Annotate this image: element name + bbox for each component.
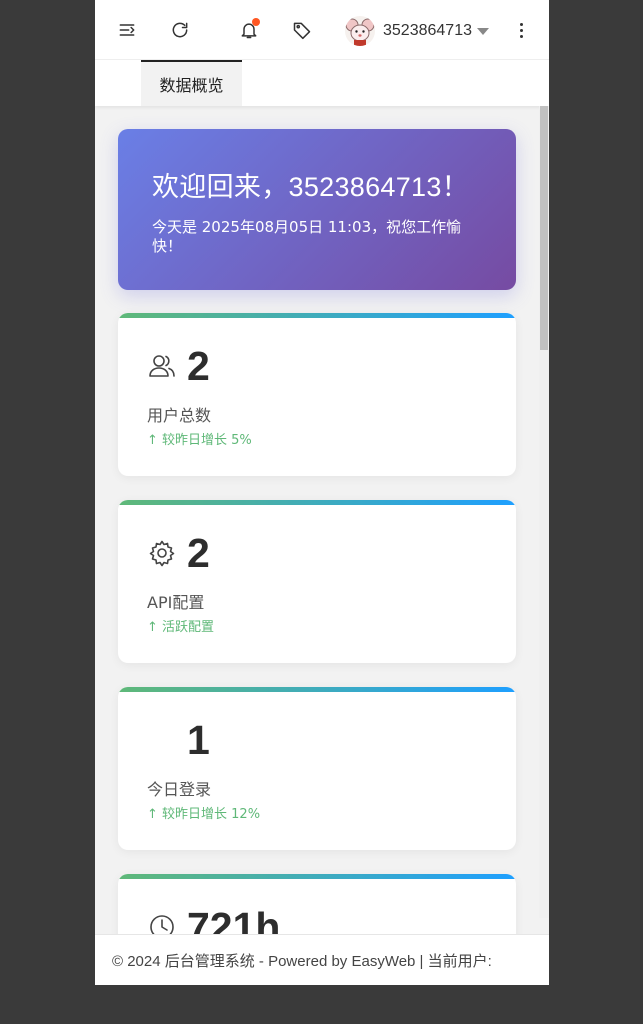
clock-icon xyxy=(147,912,177,934)
stat-value: 721h xyxy=(187,903,281,935)
stat-value: 2 xyxy=(187,342,210,389)
chevron-down-icon xyxy=(476,27,489,35)
welcome-subtitle: 今天是 2025年08月05日 11:03，祝您工作愉快！ xyxy=(152,218,462,255)
tab-dashboard-overview[interactable]: 数据概览 xyxy=(141,60,242,106)
welcome-title: 欢迎回来，3523864713！ xyxy=(152,172,469,202)
tab-bar: 数据概览 xyxy=(95,60,549,106)
notification-dot xyxy=(252,18,260,26)
main-content: 欢迎回来，3523864713！ 今天是 2025年08月05日 11:03，祝… xyxy=(95,106,549,934)
stat-card-users: 2 用户总数 ↑ 较昨日增长 5% xyxy=(118,313,516,476)
users-icon xyxy=(147,351,177,381)
stat-trend: ↑ 较昨日增长 5% xyxy=(147,433,252,448)
username: 3523864713 xyxy=(383,22,472,39)
user-menu[interactable]: 3523864713 xyxy=(345,15,489,47)
stat-value: 2 xyxy=(187,529,210,576)
gear-icon xyxy=(147,538,177,568)
stat-trend: ↑ 较昨日增长 12% xyxy=(147,807,261,822)
stat-value: 1 xyxy=(187,716,210,763)
stat-card-logins: 1 今日登录 ↑ 较昨日增长 12% xyxy=(118,687,516,850)
app-window: 3523864713 数据概览 欢迎回来，3523864713！ 今天是 202… xyxy=(95,0,549,985)
more-vertical-icon[interactable] xyxy=(513,17,529,43)
stat-card-api: 2 API配置 ↑ 活跃配置 xyxy=(118,500,516,663)
stat-label: 用户总数 xyxy=(147,406,212,425)
stat-trend: ↑ 活跃配置 xyxy=(147,620,215,635)
scrollbar-thumb[interactable] xyxy=(540,106,548,350)
menu-fold-icon[interactable] xyxy=(114,17,140,43)
bell-icon[interactable] xyxy=(236,17,262,43)
welcome-banner: 欢迎回来，3523864713！ 今天是 2025年08月05日 11:03，祝… xyxy=(118,129,516,290)
footer: © 2024 后台管理系统 - Powered by EasyWeb | 当前用… xyxy=(95,934,549,985)
top-header: 3523864713 xyxy=(95,0,549,60)
refresh-icon[interactable] xyxy=(167,17,193,43)
stat-card-uptime: 721h xyxy=(118,874,516,934)
stat-label: 今日登录 xyxy=(147,780,212,799)
avatar xyxy=(345,16,375,46)
blank-icon xyxy=(147,725,177,755)
scrollbar[interactable] xyxy=(539,106,549,918)
tag-icon[interactable] xyxy=(289,17,315,43)
stat-label: API配置 xyxy=(147,593,205,612)
